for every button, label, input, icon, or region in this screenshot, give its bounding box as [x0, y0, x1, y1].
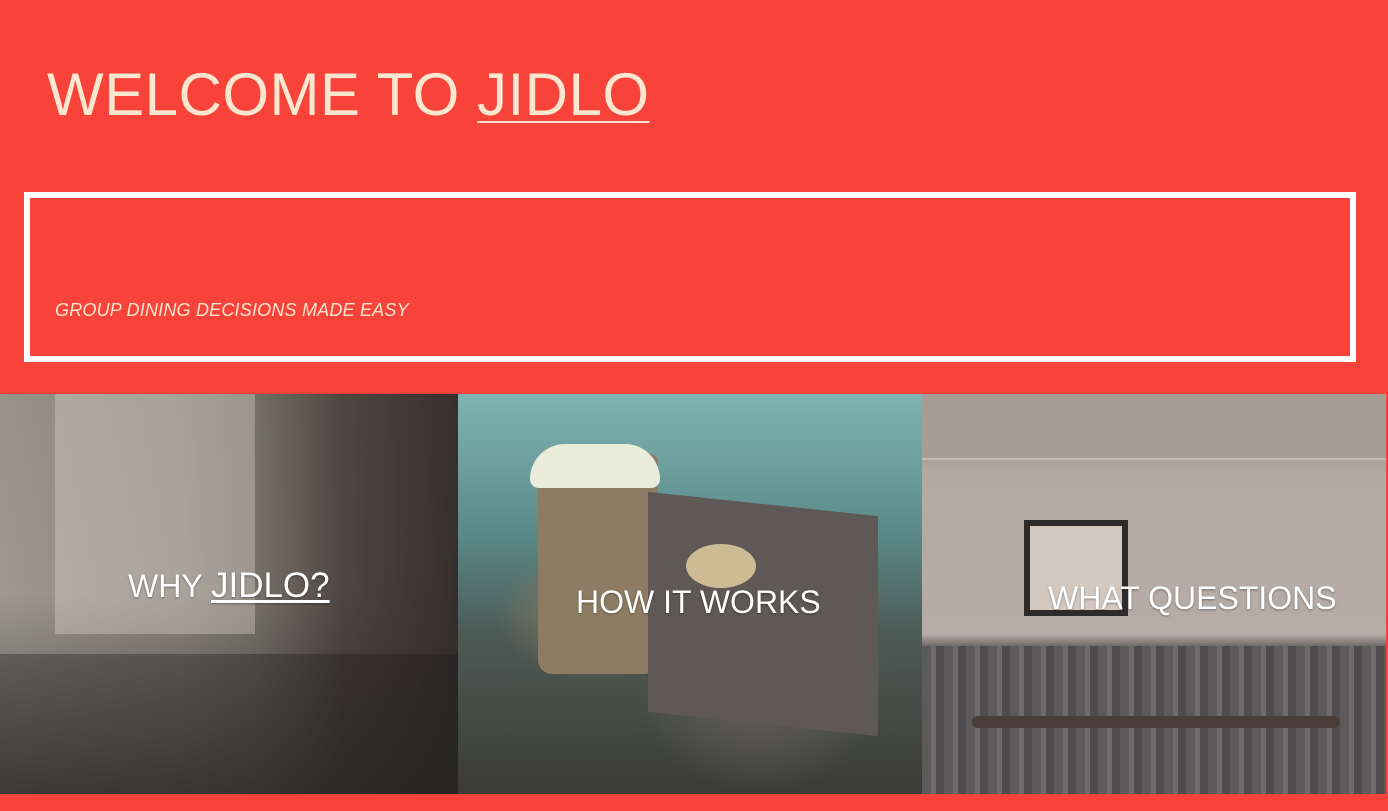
title-prefix: WELCOME TO [47, 61, 478, 128]
why-jidlo-link[interactable]: JIDLO? [211, 566, 330, 605]
what-questions-caption: WHAT QUESTIONS [1048, 580, 1337, 616]
tagline: GROUP DINING DECISIONS MADE EASY [55, 300, 409, 320]
tagline-box: GROUP DINING DECISIONS MADE EASY [24, 192, 1356, 362]
feature-panels: WHY JIDLO? HOW IT WORKS WHAT QUESTIONS [0, 394, 1388, 794]
how-it-works-caption: HOW IT WORKS [576, 584, 821, 620]
panel-how-it-works[interactable]: HOW IT WORKS [458, 394, 922, 794]
panel-what-questions[interactable]: WHAT QUESTIONS [922, 394, 1386, 794]
why-prefix: WHY [128, 568, 211, 604]
page-title: WELCOME TO JIDLO [47, 60, 650, 129]
brand-link[interactable]: JIDLO [477, 61, 650, 128]
panel-why-jidlo[interactable]: WHY JIDLO? [0, 394, 458, 794]
why-jidlo-caption: WHY JIDLO? [128, 566, 330, 606]
